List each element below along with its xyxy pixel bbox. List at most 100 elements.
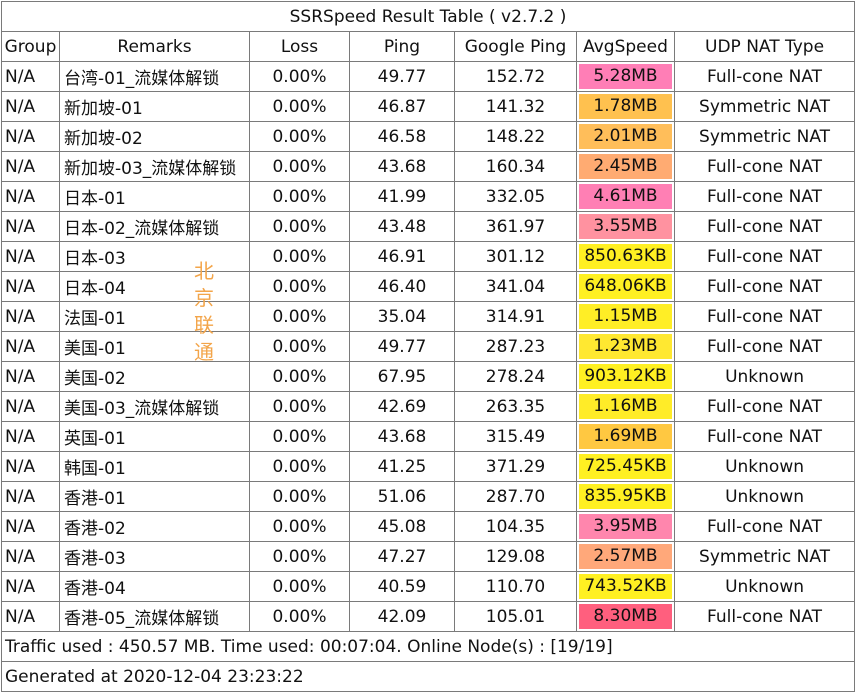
cell-google-ping: 314.91 [454,301,577,332]
cell-remarks: 香港-03 [59,541,250,572]
cell-group: N/A [1,331,60,362]
avg-speed-badge: 1.69MB [579,424,672,449]
cell-google-ping: 301.12 [454,241,577,272]
avg-speed-badge: 3.95MB [579,514,672,539]
cell-ping: 43.68 [349,421,455,452]
cell-group: N/A [1,91,60,122]
header-row: Group Remarks Loss Ping Google Ping AvgS… [1,31,855,62]
table-row: N/A 新加坡-01 0.00% 46.87 141.32 1.78MB Symmetric… [1,91,855,122]
avg-speed-badge: 5.28MB [579,64,672,89]
avg-speed-badge: 3.55MB [579,214,672,239]
footer-traffic: Traffic used : 450.57 MB. Time used: 00:… [0,631,855,662]
avg-speed-badge: 743.52KB [579,574,672,599]
footer-generated-row: Generated at 2020-12-04 23:23:22 [0,661,855,692]
header-loss: Loss [249,31,350,62]
avg-speed-badge: 903.12KB [579,364,672,389]
cell-group: N/A [1,361,60,392]
cell-loss: 0.00% [249,121,350,152]
cell-google-ping: 141.32 [454,91,577,122]
cell-ping: 46.40 [349,271,455,302]
cell-loss: 0.00% [249,271,350,302]
cell-ping: 46.91 [349,241,455,272]
cell-avg-speed: 835.95KB [576,481,675,512]
cell-ping: 42.69 [349,391,455,422]
cell-udp-nat-type: Full-cone NAT [673,211,855,242]
cell-remarks: 香港-04 [59,571,250,602]
cell-loss: 0.00% [249,601,350,632]
cell-loss: 0.00% [249,421,350,452]
cell-udp-nat-type: Full-cone NAT [673,331,855,362]
table-row: N/A 美国-03_流媒体解锁 0.00% 42.69 263.35 1.16MB Full… [1,391,855,422]
table-row: N/A 日本-03 0.00% 46.91 301.12 850.63KB Full-con… [1,241,855,272]
cell-avg-speed: 725.45KB [576,451,675,482]
table-row: N/A 香港-04 0.00% 40.59 110.70 743.52KB Unknown [1,571,855,602]
cell-avg-speed: 1.16MB [576,391,675,422]
watermark-char: 京 [194,286,214,310]
cell-udp-nat-type: Full-cone NAT [673,301,855,332]
cell-udp-nat-type: Full-cone NAT [673,511,855,542]
table-row: N/A 日本-01 0.00% 41.99 332.05 4.61MB Full-cone … [1,181,855,212]
table-row: N/A 美国-02 0.00% 67.95 278.24 903.12KB Unknown [1,361,855,392]
cell-group: N/A [1,121,60,152]
avg-speed-badge: 725.45KB [579,454,672,479]
cell-udp-nat-type: Full-cone NAT [673,181,855,212]
watermark-char: 北 [194,259,214,283]
avg-speed-badge: 648.06KB [579,274,672,299]
cell-loss: 0.00% [249,331,350,362]
cell-google-ping: 263.35 [454,391,577,422]
cell-loss: 0.00% [249,61,350,92]
header-ping: Ping [349,31,455,62]
cell-remarks: 英国-01 [59,421,250,452]
cell-remarks: 新加坡-03_流媒体解锁 [59,151,250,182]
cell-group: N/A [1,181,60,212]
cell-udp-nat-type: Unknown [673,361,855,392]
cell-group: N/A [1,301,60,332]
cell-google-ping: 278.24 [454,361,577,392]
table-row: N/A 香港-03 0.00% 47.27 129.08 2.57MB Symmetric … [1,541,855,572]
table-row: N/A 香港-05_流媒体解锁 0.00% 42.09 105.01 8.30MB Full… [1,601,855,632]
cell-loss: 0.00% [249,211,350,242]
avg-speed-badge: 2.45MB [579,154,672,179]
cell-group: N/A [1,451,60,482]
title-row: SSRSpeed Result Table ( v2.7.2 ) [0,1,855,32]
avg-speed-badge: 4.61MB [579,184,672,209]
footer-generated: Generated at 2020-12-04 23:23:22 [0,661,855,692]
cell-remarks: 韩国-01 [59,451,250,482]
avg-speed-badge: 1.23MB [579,334,672,359]
cell-google-ping: 105.01 [454,601,577,632]
cell-ping: 43.68 [349,151,455,182]
cell-ping: 46.58 [349,121,455,152]
cell-ping: 46.87 [349,91,455,122]
table-row: N/A 日本-04 0.00% 46.40 341.04 648.06KB Full-con… [1,271,855,302]
cell-remarks: 美国-03_流媒体解锁 [59,391,250,422]
cell-ping: 42.09 [349,601,455,632]
header-google-ping: Google Ping [454,31,577,62]
avg-speed-badge: 2.57MB [579,544,672,569]
cell-loss: 0.00% [249,571,350,602]
cell-udp-nat-type: Symmetric NAT [673,91,855,122]
table-row: N/A 韩国-01 0.00% 41.25 371.29 725.45KB Unknown [1,451,855,482]
table-row: N/A 台湾-01_流媒体解锁 0.00% 49.77 152.72 5.28MB Full… [1,61,855,92]
cell-loss: 0.00% [249,181,350,212]
cell-group: N/A [1,241,60,272]
cell-loss: 0.00% [249,541,350,572]
cell-ping: 41.25 [349,451,455,482]
cell-ping: 41.99 [349,181,455,212]
cell-avg-speed: 2.45MB [576,151,675,182]
cell-google-ping: 148.22 [454,121,577,152]
cell-avg-speed: 850.63KB [576,241,675,272]
cell-avg-speed: 2.01MB [576,121,675,152]
cell-avg-speed: 4.61MB [576,181,675,212]
cell-remarks: 香港-02 [59,511,250,542]
cell-remarks: 日本-01 [59,181,250,212]
watermark: 北京联通 [192,258,216,366]
cell-google-ping: 287.23 [454,331,577,362]
cell-ping: 43.48 [349,211,455,242]
cell-group: N/A [1,211,60,242]
cell-google-ping: 129.08 [454,541,577,572]
cell-group: N/A [1,61,60,92]
cell-google-ping: 287.70 [454,481,577,512]
cell-ping: 35.04 [349,301,455,332]
cell-remarks: 美国-02 [59,361,250,392]
cell-udp-nat-type: Full-cone NAT [673,421,855,452]
